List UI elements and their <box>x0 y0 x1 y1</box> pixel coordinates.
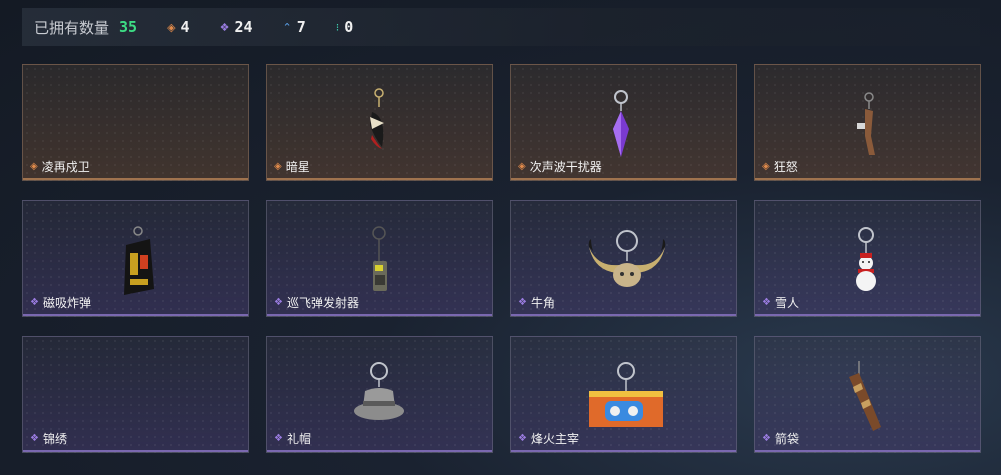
teal-count-value: 0 <box>344 18 354 36</box>
item-card[interactable]: ◈ 凌再戍卫 <box>22 64 249 181</box>
magnetic-bomb-charm-icon <box>124 226 154 295</box>
item-card[interactable]: ❖ 牛角 <box>510 200 737 317</box>
item-name: 礼帽 <box>286 432 311 446</box>
orange-diamond-icon: ◈ <box>167 20 176 34</box>
purple-diamond-icon: ❖ <box>518 433 527 444</box>
item-name: 磁吸炸弹 <box>42 296 91 310</box>
blue-count-value: 7 <box>296 18 306 36</box>
item-card[interactable]: ❖ 巡飞弹发射器 <box>266 200 493 317</box>
top-hat-charm-icon <box>354 362 404 420</box>
loitering-munition-launcher-charm-icon <box>372 226 387 291</box>
orange-diamond-icon: ◈ <box>274 161 282 172</box>
item-name: 次声波干扰器 <box>529 160 602 174</box>
dark-star-charm-icon <box>370 88 384 149</box>
purple-diamond-icon: ❖ <box>30 433 39 444</box>
purple-diamond-icon: ❖ <box>762 297 771 308</box>
owned-count-bar: 已拥有数量 35 ◈ 4 ❖ 24 ⌃ 7 ⁝ 0 <box>22 8 980 46</box>
item-name: 凌再戍卫 <box>41 160 90 174</box>
blue-chevron-icon: ⌃ <box>282 20 292 34</box>
item-name: 箭袋 <box>774 432 799 446</box>
purple-diamond-icon: ❖ <box>30 297 39 308</box>
item-card[interactable]: ❖ 箭袋 <box>754 336 981 453</box>
item-name: 巡飞弹发射器 <box>286 296 359 310</box>
teal-rarity-count: ⁝ 0 <box>336 18 354 36</box>
purple-diamond-icon: ❖ <box>274 297 283 308</box>
purple-diamond-icon: ❖ <box>274 433 283 444</box>
purple-diamond-icon: ❖ <box>219 20 230 34</box>
item-card[interactable]: ❖ 锦绣 <box>22 336 249 453</box>
blue-rarity-count: ⌃ 7 <box>283 18 306 36</box>
owned-count-total: 35 <box>119 18 138 36</box>
item-name: 暗星 <box>285 160 310 174</box>
item-card[interactable]: ❖ 雪人 <box>754 200 981 317</box>
item-name: 烽火主宰 <box>530 432 579 446</box>
orange-diamond-icon: ◈ <box>30 161 38 172</box>
snowman-charm-icon <box>856 227 876 291</box>
fury-charm-icon <box>857 92 875 155</box>
purple-diamond-icon: ❖ <box>762 433 771 444</box>
item-card[interactable]: ◈ 狂怒 <box>754 64 981 181</box>
item-name: 狂怒 <box>773 160 798 174</box>
owned-count-label: 已拥有数量 <box>34 18 110 37</box>
orange-diamond-icon: ◈ <box>518 161 526 172</box>
item-name: 牛角 <box>530 296 555 310</box>
beacon-ruler-charm-icon <box>589 362 663 427</box>
bull-horn-charm-icon <box>588 230 666 287</box>
quiver-charm-icon <box>849 361 881 431</box>
crystal-charm-icon <box>613 90 629 157</box>
orange-diamond-icon: ◈ <box>762 161 770 172</box>
orange-rarity-count: ◈ 4 <box>167 18 190 36</box>
orange-count-value: 4 <box>180 18 190 36</box>
item-card[interactable]: ❖ 礼帽 <box>266 336 493 453</box>
item-name: 锦绣 <box>42 432 67 446</box>
purple-rarity-count: ❖ 24 <box>220 18 253 36</box>
purple-diamond-icon: ❖ <box>518 297 527 308</box>
purple-count-value: 24 <box>234 18 253 36</box>
item-card[interactable]: ❖ 烽火主宰 <box>510 336 737 453</box>
item-card[interactable]: ◈ 次声波干扰器 <box>510 64 737 181</box>
item-card[interactable]: ❖ 磁吸炸弹 <box>22 200 249 317</box>
item-card[interactable]: ◈ 暗星 <box>266 64 493 181</box>
item-name: 雪人 <box>774 296 799 310</box>
teal-dots-icon: ⁝ <box>335 20 340 34</box>
